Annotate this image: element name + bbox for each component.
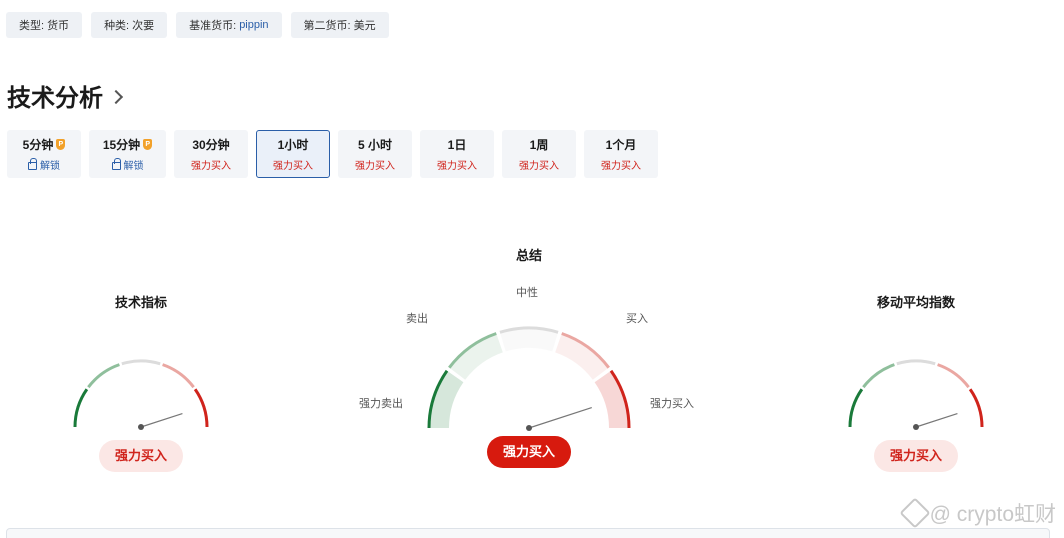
tab-1day[interactable]: 1日 强力买入	[420, 130, 494, 178]
tag-type: 类型: 货币	[6, 12, 83, 38]
watermark-text: @ crypto虹财	[929, 503, 1056, 526]
gauge-segment-neutral	[121, 359, 161, 366]
tab-label: 15分钟	[102, 138, 141, 152]
gauge-arcs	[427, 326, 631, 431]
tab-5min[interactable]: 5分钟 P 解锁	[7, 130, 81, 178]
gauge-dial	[848, 359, 984, 430]
gauge-segment-sell	[862, 363, 895, 389]
tab-15min[interactable]: 15分钟 P 解锁	[89, 130, 166, 178]
tab-label: 1周	[529, 138, 549, 152]
unlock-link[interactable]: 解锁	[124, 157, 144, 172]
gauge-title: 移动平均指数	[876, 295, 955, 310]
summary-gauge: 总结 强力买入	[379, 245, 679, 468]
tag-category-label: 种类:	[104, 20, 130, 32]
gauge-dial	[73, 359, 209, 430]
moving-averages-gauge: 移动平均指数 强力买入	[835, 292, 997, 472]
gauge-segment-strong-buy	[968, 388, 984, 428]
gauge-band-buy	[554, 333, 609, 381]
tab-label: 1个月	[605, 138, 637, 152]
gauge-band-sell	[449, 333, 504, 381]
tag-type-value: 货币	[47, 20, 70, 32]
technical-analysis-heading[interactable]: 技术分析	[7, 78, 124, 113]
tab-5hour[interactable]: 5 小时 强力买入	[338, 130, 412, 178]
gauge-needle	[528, 407, 592, 429]
chevron-right-icon	[108, 89, 124, 104]
gauge-arcs	[73, 359, 209, 430]
technical-indicators-gauge: 技术指标 强力买入	[60, 292, 222, 472]
next-section-panel	[6, 528, 1050, 538]
gauge-needle-pivot	[138, 424, 144, 430]
gauge-needle-pivot	[526, 425, 532, 431]
instrument-tags: 类型: 货币 种类: 次要 基准货币: pippin 第二货币: 美元	[6, 12, 389, 38]
gauge-needle	[915, 412, 958, 428]
pro-badge-icon: P	[56, 139, 66, 150]
tab-1week[interactable]: 1周 强力买入	[502, 130, 576, 178]
gauge-title: 技术指标	[114, 295, 167, 310]
tab-status: 强力买入	[437, 161, 477, 172]
gauge-segment-sell	[87, 363, 120, 389]
tab-status: 强力买入	[273, 161, 313, 172]
tab-1hour[interactable]: 1小时 强力买入	[256, 130, 330, 178]
tab-status: 强力买入	[601, 161, 641, 172]
base-currency-link[interactable]: pippin	[239, 19, 268, 31]
tag-base-currency: 基准货币: pippin	[176, 12, 282, 38]
gauge-segment-buy	[937, 363, 970, 389]
tag-quote-currency-label: 第二货币:	[303, 20, 351, 32]
gauge-title: 总结	[515, 248, 542, 263]
gauge-segment-strong-buy	[193, 388, 209, 428]
tab-status: 强力买入	[191, 161, 231, 172]
tag-quote-currency-value: 美元	[353, 20, 376, 32]
lock-icon	[111, 158, 121, 170]
gauge-label-strong-buy: 强力买入	[650, 398, 694, 410]
tag-category: 种类: 次要	[91, 12, 168, 38]
lock-icon	[28, 158, 37, 170]
gauge-result-badge: 强力买入	[486, 436, 571, 468]
gauge-band-strong-buy	[594, 370, 629, 429]
gauge-result-badge: 强力买入	[98, 440, 183, 472]
tab-label: 5 小时	[357, 138, 392, 152]
gauge-arcs	[848, 359, 984, 430]
gauge-result-badge: 强力买入	[873, 440, 958, 472]
gauge-label-neutral: 中性	[516, 287, 538, 299]
tab-30min[interactable]: 30分钟 强力买入	[174, 130, 248, 178]
gauge-label-buy: 买入	[626, 313, 648, 325]
gauge-segment-strong-sell	[848, 388, 864, 428]
tab-status: 强力买入	[355, 161, 395, 172]
unlock-link[interactable]: 解锁	[40, 157, 60, 172]
tab-1month[interactable]: 1个月 强力买入	[584, 130, 658, 178]
tab-label: 1日	[447, 138, 467, 152]
watermark-logo-icon	[899, 497, 931, 529]
gauge-needle-pivot	[913, 424, 919, 430]
watermark: @ crypto虹财	[899, 497, 1056, 529]
gauge-band-strong-sell	[429, 370, 464, 429]
tag-base-currency-label: 基准货币:	[189, 20, 237, 32]
tab-status: 强力买入	[519, 161, 559, 172]
tab-label: 1小时	[277, 138, 309, 152]
pro-badge-icon: P	[143, 139, 153, 150]
tab-label: 5分钟	[22, 138, 54, 152]
tag-category-value: 次要	[132, 20, 155, 32]
gauge-segment-strong-sell	[73, 388, 89, 428]
tag-type-label: 类型:	[19, 20, 45, 32]
gauge-label-strong-sell: 强力卖出	[359, 398, 403, 410]
tab-label: 30分钟	[192, 138, 230, 152]
tag-quote-currency: 第二货币: 美元	[290, 12, 389, 38]
gauge-band-neutral	[499, 328, 559, 352]
gauge-segment-neutral	[896, 359, 936, 366]
page-title: 技术分析	[7, 85, 103, 112]
gauge-label-sell: 卖出	[406, 313, 428, 325]
gauge-segment-buy	[162, 363, 195, 389]
gauge-needle	[140, 412, 183, 428]
timeframe-tabs: 5分钟 P 解锁 15分钟 P 解锁 30分钟 强力买入 1小时 强力买入 5 小时…	[7, 130, 658, 178]
